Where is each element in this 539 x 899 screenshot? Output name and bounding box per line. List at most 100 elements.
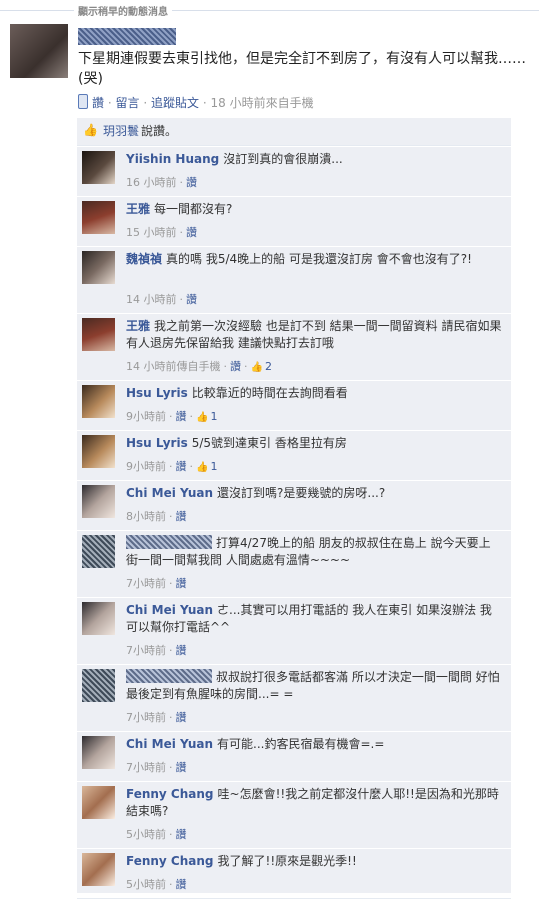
separator: · [169,828,173,841]
comment-item: Chi Mei Yuan 還沒訂到嗎?是要幾號的房呀...? 8小時前 · 讚 [77,480,511,531]
separator: · [107,96,112,110]
commenter-avatar[interactable] [82,786,115,819]
commenter-avatar[interactable] [82,485,115,518]
comment-item: Fenny Chang 哇~怎麼會!!我之前定都沒什麼人耶!!是因為和光那時結束嗎… [77,781,511,849]
comment-like-link[interactable]: 讚 [186,176,197,189]
older-posts-header[interactable]: 顯示稍早的動態消息 [0,0,539,22]
separator: · [223,360,228,373]
separator: · [244,360,248,373]
likes-summary: 👍 玥羽鬟 說讚。 [77,118,511,146]
commenter-name[interactable]: 魏禎禎 [126,252,162,266]
commenter-avatar[interactable] [82,318,115,351]
comment-text: 有可能...釣客民宿最有機會=.= [217,737,385,751]
commenter-avatar[interactable] [82,201,115,234]
commenter-avatar[interactable] [82,151,115,184]
comment-timestamp: 8小時前 [126,510,166,523]
comment-item: 王雅 每一間都沒有? 15 小時前 · 讚 [77,196,511,247]
like-count-value: 1 [210,460,218,473]
comment-text: 每一間都沒有? [154,202,233,216]
comment-meta: 16 小時前 · 讚 [126,176,197,190]
likes-text: 說讚。 [141,124,178,138]
comment-content: Chi Mei Yuan ㄜ...其實可以用打電話的 我人在東引 如果沒辦法 我可… [126,602,502,636]
commenter-avatar[interactable] [82,535,115,568]
comment-timestamp: 5小時前 [126,878,166,891]
thumbs-up-icon: 👍 [83,123,98,137]
poster-avatar[interactable] [10,24,68,78]
comment-timestamp: 14 小時前 [126,293,177,306]
comment-meta: 14 小時前傳自手機 · 讚 · 👍 2 [126,360,272,375]
comment-like-link[interactable]: 讚 [176,761,187,774]
comment-like-link[interactable]: 讚 [176,711,187,724]
commenter-avatar[interactable] [82,669,115,702]
thumbs-up-icon: 👍 [196,462,209,473]
comment-item: 叔叔說打很多電話都客滿 所以才決定一間一間問 好怕最後定到有魚腥味的房間...=… [77,664,511,732]
comment-like-count[interactable]: 👍 1 [196,460,217,473]
commenter-avatar[interactable] [82,251,115,284]
comment-timestamp: 7小時前 [126,644,166,657]
commenter-avatar[interactable] [82,853,115,886]
comment-text: 比較靠近的時間在去詢問看看 [191,386,348,400]
comment-content: 王雅 我之前第一次沒經驗 也是訂不到 結果一間一間留資料 請民宿如果有人退房先保留… [126,318,502,352]
comment-like-link[interactable]: 讚 [230,360,241,373]
commenter-name[interactable]: 王雅 [126,319,150,333]
commenter-name[interactable]: Hsu Lyris [126,436,188,450]
comment-content: Chi Mei Yuan 有可能...釣客民宿最有機會=.= [126,736,502,753]
commenter-name[interactable]: Fenny Chang [126,787,214,801]
comment-like-count[interactable]: 👍 1 [196,410,217,423]
comment-like-link[interactable]: 讚 [176,644,187,657]
commenter-avatar[interactable] [82,385,115,418]
comment-item: Fenny Chang 我了解了!!原來是觀光季!! 5小時前 · 讚 [77,848,511,899]
commenter-name[interactable]: Yiishin Huang [126,152,219,166]
commenter-name[interactable]: Chi Mei Yuan [126,486,213,500]
comment-timestamp: 7小時前 [126,577,166,590]
comment-content: Hsu Lyris 5/5號到達東引 香格里拉有房 [126,435,502,452]
comment-like-link[interactable]: 讚 [186,226,197,239]
comment-timestamp: 7小時前 [126,761,166,774]
separator: · [169,878,173,891]
commenter-avatar[interactable] [82,736,115,769]
older-posts-link[interactable]: 顯示稍早的動態消息 [74,3,172,18]
comment-like-link[interactable]: 讚 [176,410,187,423]
separator: · [169,711,173,724]
feedback-panel: 👍 玥羽鬟 說讚。 Yiishin Huang 沒訂到真的會很崩潰... 16 小時… [77,118,511,899]
commenter-avatar[interactable] [82,602,115,635]
post-follow-link[interactable]: 追蹤貼文 [151,96,199,110]
separator: · [179,176,184,189]
comment-text: 5/5號到達東引 香格里拉有房 [191,436,347,450]
comment-item: Chi Mei Yuan 有可能...釣客民宿最有機會=.= 7小時前 · 讚 [77,731,511,782]
separator: · [143,96,148,110]
liker-name[interactable]: 玥羽鬟 [103,118,139,145]
comment-meta: 9小時前 · 讚 · 👍 1 [126,410,217,425]
comment-like-link[interactable]: 讚 [176,460,187,473]
commenter-name[interactable]: 王雅 [126,202,150,216]
commenter-name[interactable]: Chi Mei Yuan [126,737,213,751]
commenter-avatar[interactable] [82,435,115,468]
post-comment-link[interactable]: 留言 [116,96,140,110]
commenter-name[interactable]: Fenny Chang [126,854,214,868]
poster-name-blurred[interactable] [78,28,176,45]
comment-timestamp: 9小時前 [126,410,166,423]
post-like-link[interactable]: 讚 [92,96,104,110]
like-count-value: 2 [264,360,272,373]
comment-item: Hsu Lyris 5/5號到達東引 香格里拉有房 9小時前 · 讚 · 👍 1 [77,430,511,481]
commenter-name[interactable]: Hsu Lyris [126,386,188,400]
comment-content: 魏禎禎 真的嗎 我5/4晚上的船 可是我還沒訂房 會不會也沒有了?! [126,251,502,268]
commenter-name-blurred[interactable] [126,535,212,549]
comment-like-link[interactable]: 讚 [176,510,187,523]
comment-like-link[interactable]: 讚 [176,878,187,891]
comment-like-link[interactable]: 讚 [176,828,187,841]
separator: · [169,510,173,523]
comment-like-link[interactable]: 讚 [186,293,197,306]
thumbs-up-icon: 👍 [196,412,209,423]
separator: · [179,293,184,306]
comment-meta: 5小時前 · 讚 [126,828,187,842]
comment-meta: 15 小時前 · 讚 [126,226,197,240]
commenter-name[interactable]: Chi Mei Yuan [126,603,213,617]
comment-timestamp: 9小時前 [126,460,166,473]
separator: · [169,577,173,590]
comment-like-count[interactable]: 👍 2 [251,360,272,373]
post-meta: 讚 · 留言 · 追蹤貼文 · 18 小時前來自手機 [78,94,314,110]
comment-like-link[interactable]: 讚 [176,577,187,590]
commenter-name-blurred[interactable] [126,669,212,683]
separator: · [202,96,207,110]
